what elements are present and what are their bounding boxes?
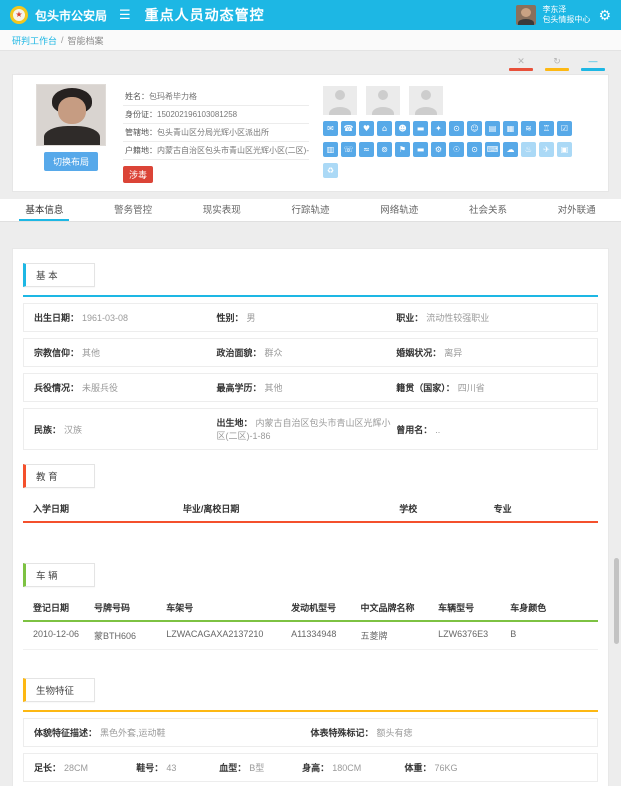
police-badge-icon: ★ [10, 6, 28, 24]
signal-icon[interactable]: ≈ [359, 142, 374, 157]
car-icon[interactable]: ⊙ [449, 121, 464, 136]
home-icon[interactable]: ⌂ [377, 121, 392, 136]
basic-row: 宗教信仰：其他 政治面貌：群众 婚姻状况：离异 [23, 338, 598, 367]
keyboard-icon[interactable]: ⌨ [485, 142, 500, 157]
vehicle-table-header: 登记日期号牌号码 车架号发动机型号 中文品牌名称车辆型号 车身颜色 [23, 593, 598, 622]
photo-placeholder [409, 86, 443, 115]
plane-icon[interactable]: ✈ [539, 142, 554, 157]
check-square-icon[interactable]: ☑ [557, 121, 572, 136]
field-name: 姓名：包玛希毕力格 [123, 88, 309, 106]
card-controls: ✕ ↻ — [16, 56, 605, 71]
trash-icon[interactable]: ♻ [323, 163, 338, 178]
scrollbar[interactable] [614, 558, 619, 644]
car2-icon[interactable]: ⊙ [467, 142, 482, 157]
field-household-address: 户籍地：内蒙古自治区包头市青山区光辉小区(二区)-1-86 [123, 142, 309, 160]
icon-row-2: ▥ ☏ ≈ ⊚ ⚑ ▬ ⚙ ☉ ⊙ ⌨ ☁ ♨ ✈ ▣ [323, 142, 598, 157]
basic-row: 兵役情况：未服兵役 最高学历：其他 籍贯（国家）：四川省 [23, 373, 598, 402]
image-icon[interactable]: ▦ [503, 121, 518, 136]
field-id-number: 身份证：150202196103081258 [123, 106, 309, 124]
tab-basic-info[interactable]: 基本信息 [0, 199, 89, 221]
heart-icon[interactable]: ♥ [359, 121, 374, 136]
breadcrumb-separator: / [61, 35, 64, 45]
user-icon[interactable]: ☺ [467, 121, 482, 136]
user-name: 李东泽 [542, 5, 590, 15]
photo-placeholders [323, 86, 598, 115]
section-title-vehicle: 车 辆 [23, 563, 95, 587]
expand-icon[interactable]: ✕ [509, 56, 533, 71]
tab-police-control[interactable]: 警务管控 [89, 199, 178, 221]
tab-movement-track[interactable]: 行踪轨迹 [266, 199, 355, 221]
group-icon[interactable]: ☻ [395, 121, 410, 136]
profile-fields: 姓名：包玛希毕力格 身份证：150202196103081258 管辖地：包头青… [123, 84, 309, 183]
basic-row: 民族：汉族 出生地：内蒙古自治区包头市青山区光辉小区(二区)-1-86 曾用名：… [23, 408, 598, 450]
vehicle-table-row: 2010-12-06蒙BTH606 LZWACAGAXA2137210A1133… [23, 622, 598, 650]
taxi-icon[interactable]: ⊚ [377, 142, 392, 157]
photo-placeholder [366, 86, 400, 115]
document-icon[interactable]: ▤ [485, 121, 500, 136]
switch-layout-button[interactable]: 切换布局 [44, 152, 98, 171]
user-org: 包头情报中心 [542, 15, 590, 25]
tab-social-relations[interactable]: 社会关系 [444, 199, 533, 221]
app-header: ★ 包头市公安局 ☰ 重点人员动态管控 李东泽 包头情报中心 ⚙ [0, 0, 621, 30]
tag-icon[interactable]: ⚑ [395, 142, 410, 157]
settings-gear-icon[interactable]: ⚙ [598, 7, 611, 24]
profile-actions: ✉ ☎ ♥ ⌂ ☻ ▬ ✦ ⊙ ☺ ▤ ▦ ≋ ♖ ☑ ▥ ☏ ≈ ⊚ ⚑ ▬ … [309, 84, 600, 183]
education-empty-body [13, 523, 608, 549]
tab-external-contact[interactable]: 对外联通 [532, 199, 621, 221]
user-avatar[interactable] [516, 5, 536, 25]
more-icon[interactable]: — [581, 56, 605, 71]
basic-accent-line [23, 295, 598, 297]
profile-card: 切换布局 姓名：包玛希毕力格 身份证：150202196103081258 管辖… [12, 74, 609, 192]
breadcrumb: 研判工作台 / 智能档案 [0, 30, 621, 51]
refresh-icon[interactable]: ↻ [545, 56, 569, 71]
tab-real-performance[interactable]: 现实表现 [177, 199, 266, 221]
biometric-row: 足长：28CM 鞋号：43 血型：B型 身高：180CM 体重：76KG [23, 753, 598, 782]
hamburger-menu-icon[interactable]: ☰ [119, 7, 131, 23]
photo-placeholder [323, 86, 357, 115]
wifi-icon[interactable]: ≋ [521, 121, 536, 136]
page-title: 重点人员动态管控 [145, 5, 265, 25]
icon-row-3: ♻ [323, 163, 598, 178]
biometric-row: 体貌特征描述：黑色外套,运动鞋 体表特殊标记：额头有痣 [23, 718, 598, 747]
mobile-phone-icon[interactable]: ☎ [341, 121, 356, 136]
id-card-icon[interactable]: ▥ [323, 142, 338, 157]
profile-photo [36, 84, 106, 146]
user-circle-icon[interactable]: ☉ [449, 142, 464, 157]
section-title-biometric: 生物特征 [23, 678, 95, 702]
cloud-icon[interactable]: ☁ [503, 142, 518, 157]
bed-icon[interactable]: ▬ [413, 142, 428, 157]
chat-icon[interactable]: ✉ [323, 121, 338, 136]
icon-row-1: ✉ ☎ ♥ ⌂ ☻ ▬ ✦ ⊙ ☺ ▤ ▦ ≋ ♖ ☑ [323, 121, 598, 136]
user-info[interactable]: 李东泽 包头情报中心 [542, 5, 590, 25]
org-name: 包头市公安局 [35, 7, 107, 24]
gear-icon[interactable]: ⚙ [431, 142, 446, 157]
flask-icon[interactable]: ♨ [521, 142, 536, 157]
breadcrumb-parent[interactable]: 研判工作台 [12, 34, 57, 47]
tab-network-track[interactable]: 网络轨迹 [355, 199, 444, 221]
field-jurisdiction: 管辖地：包头青山区分局光辉小区派出所 [123, 124, 309, 142]
education-icon[interactable]: ✦ [431, 121, 446, 136]
hotel-icon[interactable]: ▬ [413, 121, 428, 136]
breadcrumb-current: 智能档案 [68, 34, 104, 47]
section-title-education: 教 育 [23, 464, 95, 488]
education-table-header: 入学日期毕业/离校日期 学校专业 [23, 494, 598, 523]
phone-icon[interactable]: ☏ [341, 142, 356, 157]
bank-icon[interactable]: ♖ [539, 121, 554, 136]
tab-bar: 基本信息 警务管控 现实表现 行踪轨迹 网络轨迹 社会关系 对外联通 [0, 199, 621, 222]
section-title-basic: 基 本 [23, 263, 95, 287]
bus-icon[interactable]: ▣ [557, 142, 572, 157]
basic-row: 出生日期：1961-03-08 性别：男 职业：流动性较强职业 [23, 303, 598, 332]
drug-related-badge: 涉毒 [123, 166, 153, 183]
basic-info-panel: 基 本 出生日期：1961-03-08 性别：男 职业：流动性较强职业 宗教信仰… [12, 248, 609, 786]
biometric-accent-line [23, 710, 598, 712]
